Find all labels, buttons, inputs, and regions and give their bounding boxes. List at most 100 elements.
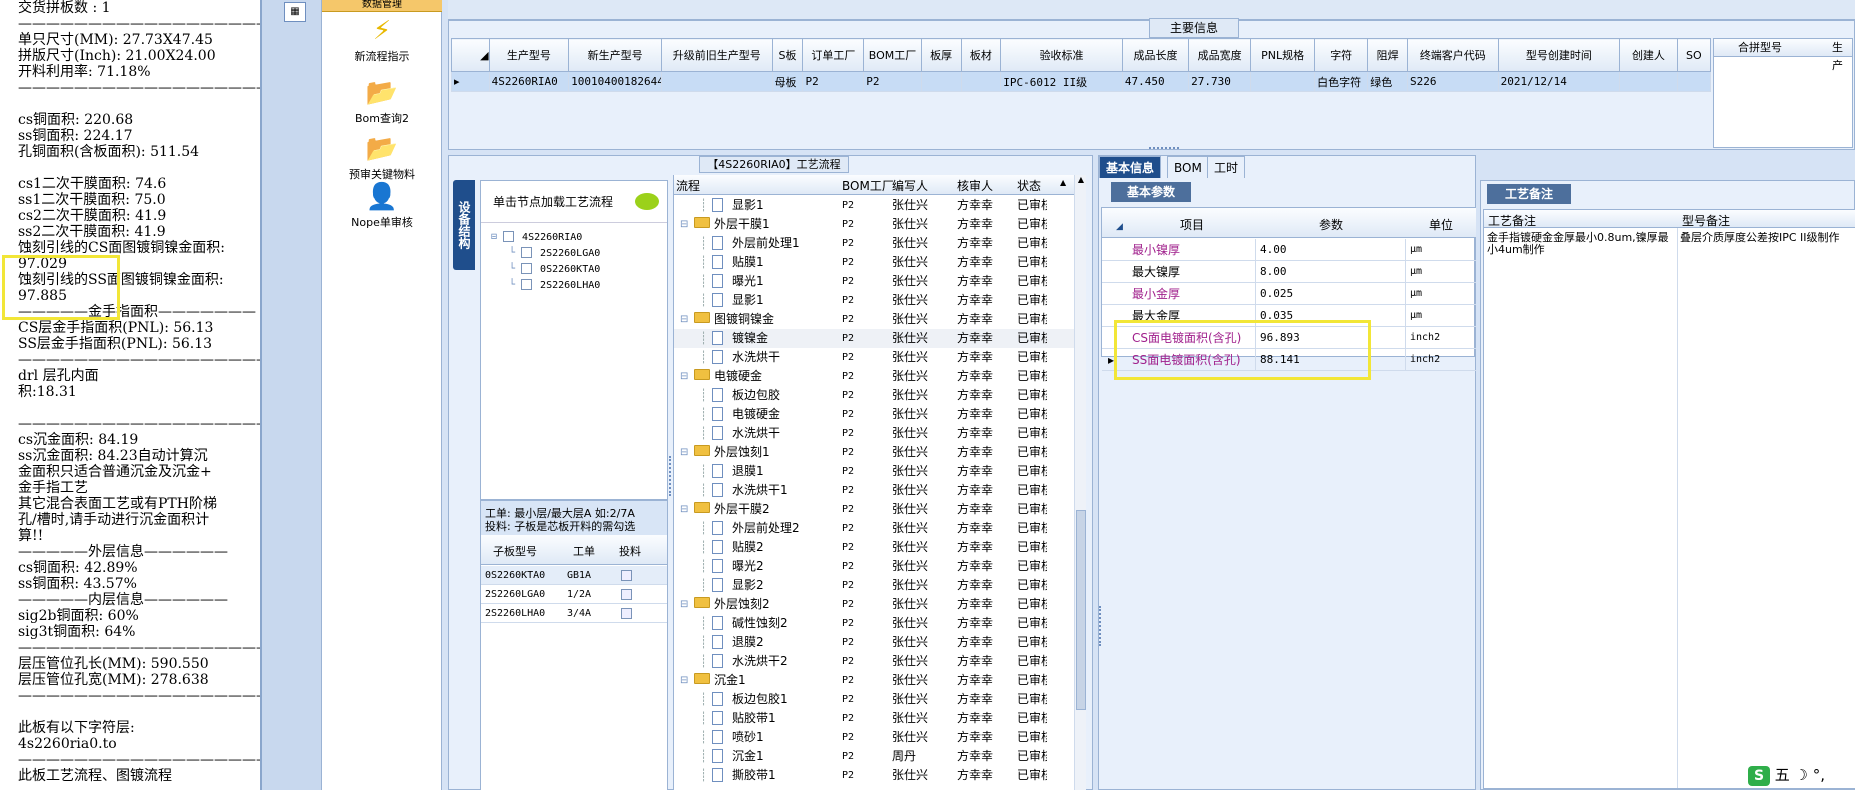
column-header[interactable]: 编写人 xyxy=(892,177,928,194)
main-info-cell[interactable]: 白色字符 xyxy=(1314,71,1369,92)
param-row[interactable]: 最大镍厚 8.00 μm xyxy=(1102,261,1476,283)
tree-node[interactable]: └ 0S2260KTA0 xyxy=(509,263,600,275)
process-row[interactable]: ┊ 外层前处理1 P2 张仕兴 方幸幸 已审核 xyxy=(674,234,1079,253)
process-row[interactable]: ⊟ 图镀铜镍金 P2 张仕兴 方幸幸 已审核 xyxy=(674,310,1079,329)
column-header[interactable]: 型号创建时间 xyxy=(1497,38,1621,72)
column-header[interactable]: PNL规格 xyxy=(1250,38,1316,72)
column-header[interactable]: 成品宽度 xyxy=(1188,38,1252,72)
process-row[interactable]: ┊ 曝光1 P2 张仕兴 方幸幸 已审核 xyxy=(674,272,1079,291)
process-row[interactable]: ┊ 贴胶带1 P2 张仕兴 方幸幸 已审核 xyxy=(674,709,1079,728)
process-row[interactable]: ┊ 板边包胶1 P2 张仕兴 方幸幸 已审核 xyxy=(674,690,1079,709)
expand-toggle-icon[interactable]: ⊟ xyxy=(680,310,688,329)
main-info-cell[interactable] xyxy=(661,71,773,92)
process-row[interactable]: ┊ 水洗烘干1 P2 张仕兴 方幸幸 已审核 xyxy=(674,481,1079,500)
column-header[interactable]: 订单工厂 xyxy=(802,38,865,72)
nav-top-tab[interactable]: 数据管理 xyxy=(322,0,442,12)
main-info-cell[interactable]: 27.730 xyxy=(1188,71,1252,92)
process-row[interactable]: ┊ 水洗烘干 P2 张仕兴 方幸幸 已审核 xyxy=(674,424,1079,443)
main-info-cell[interactable] xyxy=(1250,71,1316,92)
column-header[interactable]: 工单 xyxy=(573,543,595,559)
column-header[interactable]: 单位 xyxy=(1406,216,1476,233)
ime-logo-icon[interactable]: S xyxy=(1748,766,1770,786)
main-info-cell[interactable]: 母板 xyxy=(771,71,804,92)
process-row[interactable]: ┊ 曝光2 P2 张仕兴 方幸幸 已审核 xyxy=(674,557,1079,576)
vertical-scrollbar[interactable]: ▲ xyxy=(1074,175,1086,790)
column-header[interactable]: 生产型号 xyxy=(488,38,570,72)
scroll-thumb[interactable] xyxy=(1076,510,1086,710)
process-row[interactable]: ⊟ 外层干膜1 P2 张仕兴 方幸幸 已审核 xyxy=(674,215,1079,234)
process-row[interactable]: ┊ 撕胶带1 P2 张仕兴 方幸幸 已审核 xyxy=(674,766,1079,785)
param-value[interactable]: 8.00 xyxy=(1256,261,1406,283)
nav-item[interactable]: 📂 预审关键物料 xyxy=(322,134,442,182)
main-info-cell[interactable]: 4S2260RIA0 xyxy=(488,71,570,92)
expand-toggle-icon[interactable]: ⊟ xyxy=(680,671,688,690)
tree-node[interactable]: ⊟ 4S2260RIA0 xyxy=(491,231,582,243)
feed-checkbox[interactable] xyxy=(621,589,632,600)
column-header[interactable]: BOM工厂 xyxy=(842,177,894,194)
tab-basic[interactable]: 基本信息 xyxy=(1099,156,1162,178)
feed-checkbox[interactable] xyxy=(621,570,632,581)
table-row[interactable]: 0S2260KTA0 GB1A xyxy=(481,566,667,585)
scroll-up-icon[interactable]: ▲ xyxy=(1075,175,1086,184)
expand-toggle-icon[interactable]: ⊟ xyxy=(680,443,688,462)
main-info-cell[interactable]: 10010400182644 xyxy=(568,71,662,92)
column-header[interactable]: 验收标准 xyxy=(1000,38,1123,72)
column-header[interactable]: 生产 xyxy=(1832,39,1852,75)
param-row[interactable]: 最小金厚 0.025 μm xyxy=(1102,283,1476,305)
expand-toggle-icon[interactable]: ⊟ xyxy=(680,595,688,614)
column-header[interactable]: 升级前旧生产型号 xyxy=(661,38,773,72)
process-row[interactable]: ⊟ 外层蚀刻2 P2 张仕兴 方幸幸 已审核 xyxy=(674,595,1079,614)
process-row[interactable]: ┊ 水洗烘干 P2 张仕兴 方幸幸 已审核 xyxy=(674,348,1079,367)
process-note-text[interactable]: 金手指镀硬金金厚最小0.8um,镍厚最小4um制作 xyxy=(1487,232,1675,256)
tree-node[interactable]: └ 2S2260LGA0 xyxy=(509,247,600,259)
column-header[interactable]: 流程 xyxy=(676,177,700,194)
feed-checkbox[interactable] xyxy=(621,608,632,619)
process-row[interactable]: ┊ 显影2 P2 张仕兴 方幸幸 已审核 xyxy=(674,576,1079,595)
process-row[interactable]: ┊ 沉金1 P2 周丹 方幸幸 已审核 xyxy=(674,747,1079,766)
expand-toggle-icon[interactable]: ⊟ xyxy=(680,215,688,234)
main-info-cell[interactable]: S226 xyxy=(1407,71,1499,92)
process-row[interactable]: ┊ 贴膜1 P2 张仕兴 方幸幸 已审核 xyxy=(674,253,1079,272)
main-info-cell[interactable]: P2 xyxy=(802,71,865,92)
param-value[interactable]: 0.025 xyxy=(1256,283,1406,305)
device-structure-tab[interactable]: 设备结构 xyxy=(453,180,475,270)
process-row[interactable]: ┊ 碱性蚀刻2 P2 张仕兴 方幸幸 已审核 xyxy=(674,614,1079,633)
main-info-cell[interactable] xyxy=(960,71,1002,92)
table-row[interactable]: 2S2260LGA0 1/2A xyxy=(481,585,667,604)
ime-status[interactable]: 五 ☽ °, xyxy=(1775,766,1825,784)
main-info-cell[interactable]: IPC-6012 II级 xyxy=(1000,71,1123,92)
splitter-basic[interactable] xyxy=(1099,606,1103,646)
process-row[interactable]: ┊ 外层前处理2 P2 张仕兴 方幸幸 已审核 xyxy=(674,519,1079,538)
process-row[interactable]: ┊ 镀镍金 P2 张仕兴 方幸幸 已审核 xyxy=(674,329,1079,348)
column-header[interactable]: 终端客户代码 xyxy=(1407,38,1499,72)
tree-node[interactable]: └ 2S2260LHA0 xyxy=(509,279,600,291)
column-header[interactable]: S板 xyxy=(771,38,804,72)
splitter-handle[interactable] xyxy=(1149,147,1179,151)
collapse-icon[interactable]: ⊟ xyxy=(491,232,503,243)
column-header[interactable]: 项目 xyxy=(1128,216,1256,233)
process-row[interactable]: ┊ 电镀硬金 P2 张仕兴 方幸幸 已审核 xyxy=(674,405,1079,424)
main-info-cell[interactable]: P2 xyxy=(863,71,922,92)
process-row[interactable]: ┊ 贴膜2 P2 张仕兴 方幸幸 已审核 xyxy=(674,538,1079,557)
process-row[interactable]: ┊ 水洗烘干2 P2 张仕兴 方幸幸 已审核 xyxy=(674,652,1079,671)
process-row[interactable]: ⊟ 外层蚀刻1 P2 张仕兴 方幸幸 已审核 xyxy=(674,443,1079,462)
param-value[interactable]: 4.00 xyxy=(1256,239,1406,261)
column-header[interactable]: 阻焊 xyxy=(1367,38,1408,72)
column-header[interactable]: 成品长度 xyxy=(1121,38,1190,72)
column-header[interactable]: SO xyxy=(1676,38,1712,72)
main-info-cell[interactable]: 47.450 xyxy=(1121,71,1190,92)
nav-item[interactable]: 📂 Bom查询2 xyxy=(322,78,442,126)
column-header[interactable]: 合拼型号 xyxy=(1738,39,1782,57)
main-info-cell[interactable] xyxy=(1619,71,1678,92)
column-header[interactable]: 投料 xyxy=(619,543,641,559)
process-row[interactable]: ┊ 退膜2 P2 张仕兴 方幸幸 已审核 xyxy=(674,633,1079,652)
nav-item[interactable]: ⚡ 新流程指示 xyxy=(322,16,442,64)
app-grid-icon[interactable]: ▦ xyxy=(284,2,306,22)
process-row[interactable]: ┊ 喷砂1 P2 张仕兴 方幸幸 已审核 xyxy=(674,728,1079,747)
column-header[interactable]: BOM工厂 xyxy=(863,38,922,72)
process-row[interactable]: ⊟ 沉金1 P2 张仕兴 方幸幸 已审核 xyxy=(674,671,1079,690)
process-row[interactable]: ┊ 显影1 P2 张仕兴 方幸幸 已审核 xyxy=(674,196,1079,215)
column-header[interactable]: 新生产型号 xyxy=(568,38,662,72)
param-row[interactable]: 最小镍厚 4.00 μm xyxy=(1102,239,1476,261)
tab-bom[interactable]: BOM xyxy=(1167,156,1209,178)
